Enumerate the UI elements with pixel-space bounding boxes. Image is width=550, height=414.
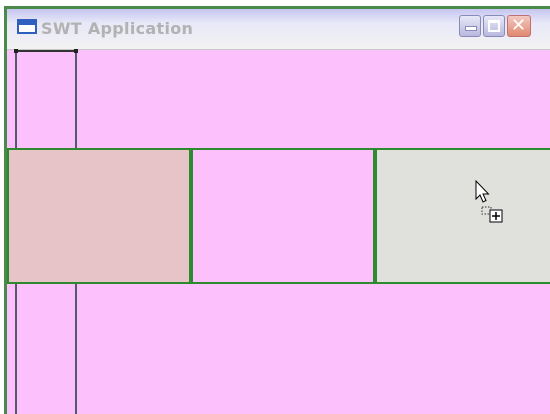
bottom-panel xyxy=(7,284,550,414)
cell-3[interactable] xyxy=(375,148,550,284)
top-sash-item[interactable] xyxy=(14,49,78,148)
minimize-icon xyxy=(465,26,477,31)
app-window: SWT Application ✕ xyxy=(4,6,550,414)
minimize-button[interactable] xyxy=(459,15,481,37)
cell-1[interactable] xyxy=(7,148,191,284)
cell-row xyxy=(7,148,550,284)
close-icon: ✕ xyxy=(511,15,527,36)
cell-2[interactable] xyxy=(191,148,375,284)
resize-handle[interactable] xyxy=(74,49,78,53)
maximize-icon xyxy=(488,20,500,32)
drag-copy-cursor-icon xyxy=(475,180,503,223)
maximize-button[interactable] xyxy=(483,15,505,37)
resize-handle[interactable] xyxy=(14,49,18,53)
close-button[interactable]: ✕ xyxy=(507,15,531,37)
window-title: SWT Application xyxy=(41,19,194,38)
window-icon[interactable] xyxy=(17,19,37,34)
title-bar[interactable]: SWT Application ✕ xyxy=(7,9,550,50)
bottom-sash-item[interactable] xyxy=(15,284,77,414)
top-panel xyxy=(7,49,550,148)
